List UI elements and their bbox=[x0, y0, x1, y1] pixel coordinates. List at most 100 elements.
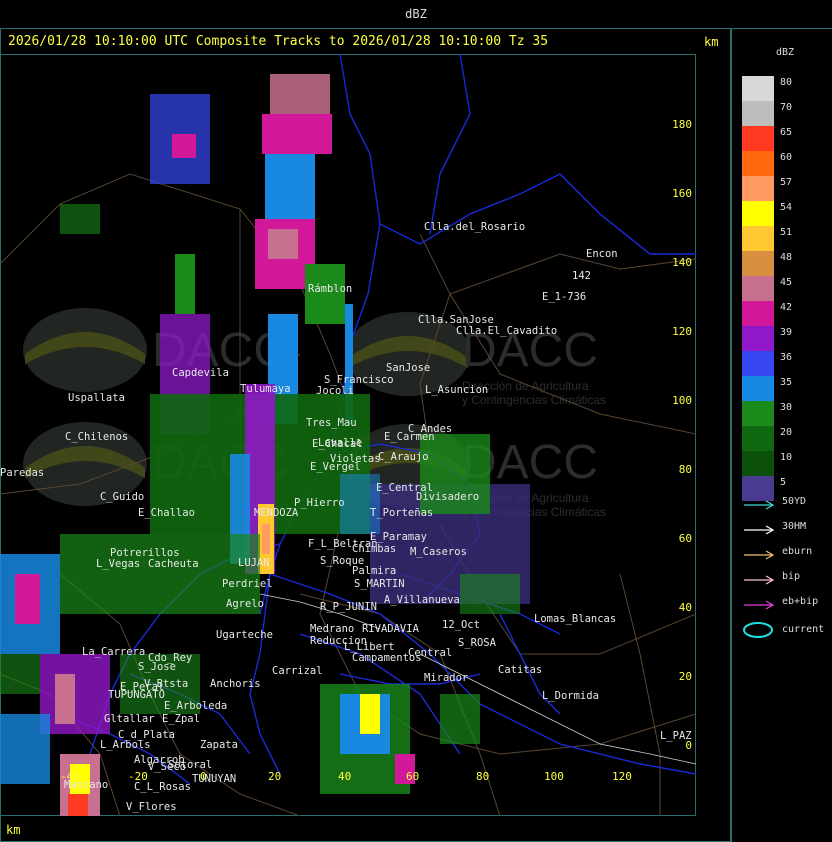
place-label: C_d_Plata bbox=[118, 729, 175, 741]
place-label: Mirador bbox=[424, 672, 468, 684]
dbz-swatch bbox=[742, 101, 774, 126]
track-symbol-icon bbox=[742, 546, 776, 565]
place-label: Cacheuta bbox=[148, 558, 199, 570]
place-label: TUNUYAN bbox=[192, 773, 236, 785]
place-label: Tulumaya bbox=[240, 383, 291, 395]
place-label: Clla.El_Cavadito bbox=[456, 325, 557, 337]
legend-title: dBZ bbox=[776, 47, 795, 58]
track-symbol-icon bbox=[742, 621, 774, 643]
dbz-swatch-label: 57 bbox=[780, 177, 793, 188]
dbz-swatch bbox=[742, 151, 774, 176]
echo-cell bbox=[0, 654, 40, 694]
x-axis-tick: 0 bbox=[200, 770, 207, 783]
place-label: RIVADAVIA bbox=[362, 623, 420, 635]
place-label: S_ROSA bbox=[458, 637, 497, 649]
echo-cell bbox=[68, 794, 88, 816]
track-label: current bbox=[782, 624, 825, 635]
place-label: T_Porteñas bbox=[370, 507, 433, 519]
dbz-swatch bbox=[742, 126, 774, 151]
place-label: R_P_JUNIN bbox=[320, 601, 377, 613]
place-label: S_Jose bbox=[138, 661, 176, 673]
dbz-swatch bbox=[742, 351, 774, 376]
dbz-swatch bbox=[742, 176, 774, 201]
dbz-swatch-label: 30 bbox=[780, 402, 793, 413]
place-label: Palmira bbox=[352, 565, 396, 577]
place-label: Zapata bbox=[200, 739, 238, 751]
place-label: SanJose bbox=[386, 362, 430, 374]
y-axis-tick: 40 bbox=[679, 601, 692, 614]
place-label: 12_Oct bbox=[442, 619, 480, 631]
place-label: 142 bbox=[572, 270, 591, 282]
place-label: E_Paramay bbox=[370, 531, 427, 543]
place-label: L_Vegas bbox=[96, 558, 140, 570]
dbz-swatch-label: 48 bbox=[780, 252, 793, 263]
dbz-swatch-label: 51 bbox=[780, 227, 793, 238]
place-label: Encon bbox=[586, 248, 618, 260]
place-label: Jocoli bbox=[316, 385, 354, 397]
place-label: E_Chacal bbox=[312, 438, 363, 450]
place-label: E_Zpal bbox=[162, 713, 200, 725]
window-title: dBZ bbox=[0, 0, 832, 29]
y-axis-tick: 100 bbox=[672, 394, 692, 407]
track-label: bip bbox=[782, 571, 801, 582]
radar-map[interactable]: DACC DACC DACC DACC Dirección de Agricul… bbox=[0, 54, 696, 816]
place-label: TUPUNGATO bbox=[108, 689, 165, 701]
place-label: Rámblon bbox=[308, 283, 352, 295]
echo-cell bbox=[268, 229, 298, 259]
place-label: La_Carrera bbox=[82, 646, 145, 658]
track-label: eb+bip bbox=[782, 596, 819, 607]
place-label: Carrizal bbox=[272, 665, 323, 677]
track-label: eburn bbox=[782, 546, 813, 557]
track-label: 30HM bbox=[782, 521, 807, 532]
y-axis-tick: 80 bbox=[679, 463, 692, 476]
track-symbol-icon bbox=[742, 521, 776, 540]
dbz-swatch-label: 70 bbox=[780, 102, 793, 113]
dbz-swatch bbox=[742, 201, 774, 226]
place-label: A_Villanueva bbox=[384, 594, 460, 606]
dbz-swatch-label: 35 bbox=[780, 377, 793, 388]
place-label: Uspallata bbox=[68, 392, 125, 404]
dbz-swatch bbox=[742, 251, 774, 276]
place-label: L_Asuncion bbox=[425, 384, 488, 396]
place-label: P_Hierro bbox=[294, 497, 345, 509]
place-label: LUJAN bbox=[238, 557, 270, 569]
place-label: Paredas bbox=[0, 467, 44, 479]
place-label: Ugarteche bbox=[216, 629, 273, 641]
dbz-swatch-label: 45 bbox=[780, 277, 793, 288]
place-label: Catitas bbox=[498, 664, 542, 676]
echo-cell bbox=[175, 254, 195, 314]
legend-panel: dBZ 80 70 65 60 57 54 51 48 45 42 39 36 35 30 20 10 5 50… bbox=[731, 28, 832, 842]
echo-cell bbox=[0, 714, 50, 784]
place-label: Villavicencio bbox=[0, 54, 82, 57]
dbz-swatch-label: 5 bbox=[780, 477, 787, 488]
dbz-swatch-label: 80 bbox=[780, 77, 793, 88]
place-label: Lomas_Blancas bbox=[534, 613, 616, 625]
echo-cell bbox=[55, 674, 75, 724]
echo-cell bbox=[340, 474, 380, 534]
dbz-swatch-label: 60 bbox=[780, 152, 793, 163]
place-label: Chimbas bbox=[352, 543, 396, 555]
place-label: Tres_Mau bbox=[306, 417, 357, 429]
echo-cell bbox=[262, 114, 332, 154]
dbz-swatch bbox=[742, 376, 774, 401]
y-axis-tick: 160 bbox=[672, 187, 692, 200]
place-label: Gltallar bbox=[104, 713, 155, 725]
y-axis-tick: 0 bbox=[685, 739, 692, 752]
y-axis-tick: 120 bbox=[672, 325, 692, 338]
place-label: MENDOZA bbox=[254, 507, 299, 519]
place-label: L_Dormida bbox=[542, 690, 599, 702]
y-axis-tick: 60 bbox=[679, 532, 692, 545]
place-label: E_Challao bbox=[138, 507, 195, 519]
dbz-swatch bbox=[742, 401, 774, 426]
x-axis-tick: 100 bbox=[544, 770, 564, 783]
x-axis-tick: 60 bbox=[406, 770, 419, 783]
echo-cell bbox=[262, 524, 270, 554]
place-label: Divisadero bbox=[416, 491, 479, 503]
echo-cell bbox=[15, 574, 40, 624]
dbz-swatch bbox=[742, 326, 774, 351]
dbz-swatch bbox=[742, 276, 774, 301]
dbz-swatch bbox=[742, 301, 774, 326]
place-label: M_Caseros bbox=[410, 546, 467, 558]
echo-cell bbox=[460, 574, 520, 614]
place-label: V_Flores bbox=[126, 801, 177, 813]
